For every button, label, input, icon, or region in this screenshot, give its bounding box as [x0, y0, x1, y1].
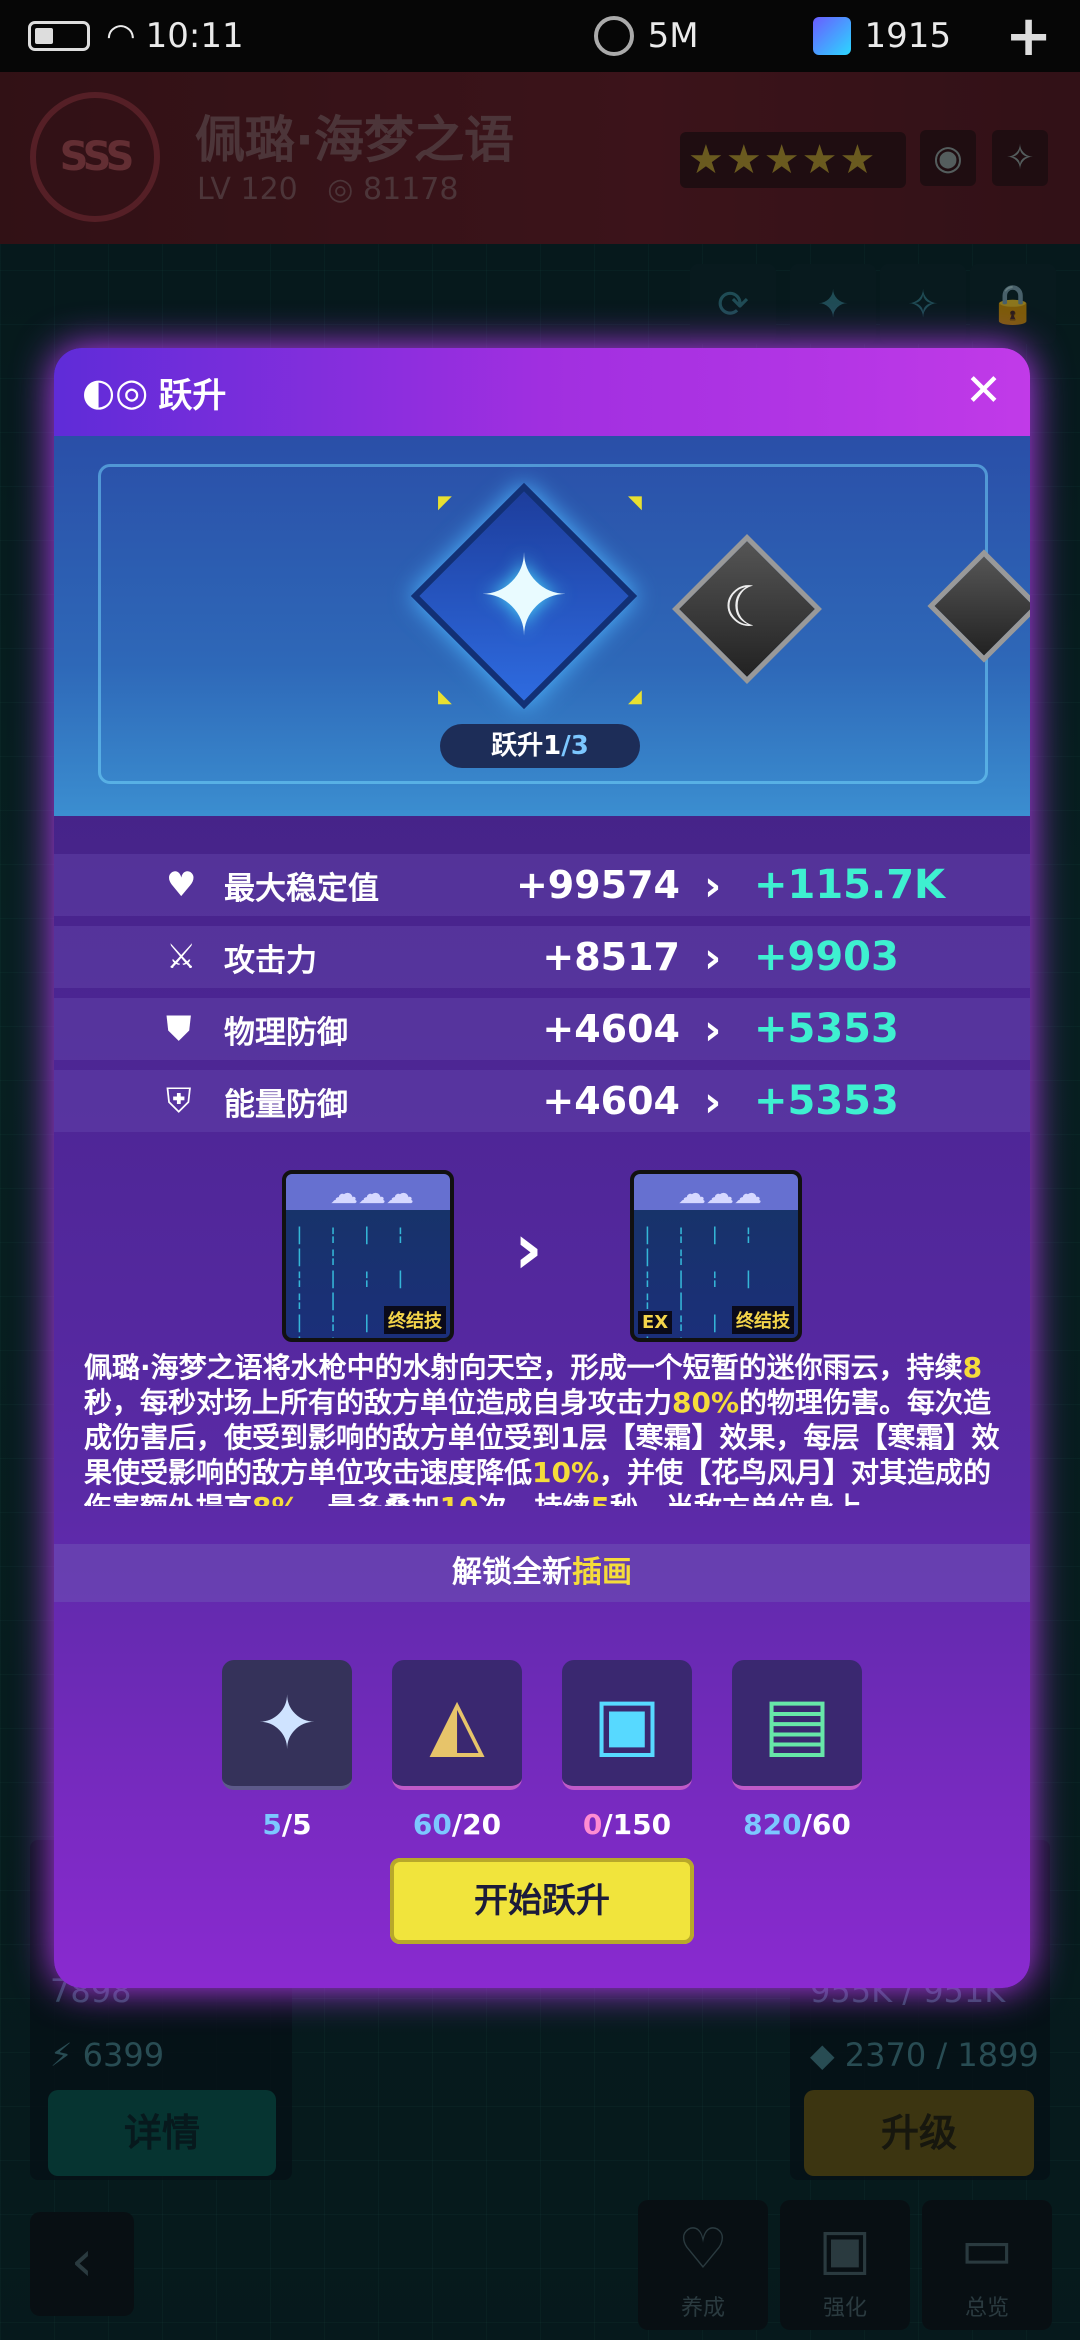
desc-highlight: 8%: [252, 1491, 300, 1506]
rain-cloud-icon: ☁☁☁: [678, 1177, 762, 1210]
sparkle-stars-icon: ✦: [256, 1681, 318, 1765]
material-have: 5: [262, 1808, 282, 1841]
rain-cloud-icon: ☁☁☁: [330, 1177, 414, 1210]
gem-icon: [812, 17, 851, 55]
heart-icon: ♥: [166, 865, 197, 905]
ultimate-tag: 终结技: [732, 1306, 794, 1334]
material-need: /5: [281, 1808, 312, 1841]
material-have: 60: [412, 1808, 452, 1841]
material-have: 820: [743, 1808, 802, 1841]
desc-text: 次，持续: [479, 1491, 591, 1506]
status-bar: ◠ 10:11 5M 1915 +: [0, 0, 1080, 72]
corner-marker: ◣: [438, 686, 452, 707]
chevron-right-icon: ›: [704, 932, 722, 982]
desc-text: 秒，每秒对场上所有的敌方单位造成自身攻击力: [84, 1386, 673, 1419]
material-have: 0: [582, 1808, 603, 1841]
whale-card-icon: ▣: [592, 1681, 662, 1765]
desc-text: ，最多叠加: [300, 1491, 440, 1506]
material-count: 5/5: [222, 1808, 352, 1841]
corner-marker: ◥: [628, 492, 642, 513]
material-slot[interactable]: ✦: [222, 1660, 352, 1790]
skill-icon-current[interactable]: ☁☁☁ | ¦ | ¦ | ¦¦ | ¦ | ¦ || ¦ | ¦ | ¦¦ |…: [282, 1170, 454, 1342]
wifi-icon: ◠: [106, 16, 136, 56]
corner-marker: ◢: [628, 686, 642, 707]
chevron-right-icon: ›: [514, 1208, 543, 1290]
coin-count: 5M: [647, 16, 699, 56]
stat-label: 攻击力: [224, 942, 317, 979]
modal-header: ◐◎ 跃升 ✕: [54, 348, 1030, 436]
stat-current: +4604: [542, 1007, 680, 1051]
skill-description: 佩璐·海梦之语将水枪中的水射向天空，形成一个短暂的迷你雨云，持续8 秒，每秒对场上…: [84, 1350, 1000, 1506]
desc-highlight: 8: [962, 1351, 983, 1384]
crescent-moon-icon: ☾: [722, 575, 774, 640]
rank-progress-max: /3: [561, 731, 589, 761]
gem-count: 1915: [864, 16, 952, 56]
rank-progress-current: 跃升1: [491, 731, 562, 761]
data-chip-icon: ▤: [762, 1681, 832, 1765]
desc-highlight: 5: [591, 1491, 610, 1506]
stat-next: +115.7K: [754, 862, 946, 908]
close-button[interactable]: ✕: [965, 366, 1002, 416]
stat-row: ♥ 最大稳定值 +99574 › +115.7K: [54, 854, 1030, 916]
rank-progress: 跃升1/3: [440, 724, 640, 768]
desc-highlight: 80%: [672, 1386, 740, 1419]
material-need: /150: [602, 1808, 672, 1841]
shield-icon: ⛊: [166, 1009, 192, 1049]
ultimate-tag: 终结技: [384, 1306, 446, 1334]
stat-current: +99574: [515, 863, 680, 907]
chevron-right-icon: ›: [704, 860, 722, 910]
chevron-right-icon: ›: [704, 1076, 722, 1126]
clock: 10:11: [145, 16, 244, 56]
desc-highlight: 10: [440, 1491, 479, 1506]
desc-highlight: 10%: [532, 1456, 600, 1489]
stat-row: ⛊ 物理防御 +4604 › +5353: [54, 998, 1030, 1060]
skill-icon-next[interactable]: ☁☁☁ | ¦ | ¦ | ¦¦ | ¦ | ¦ || ¦ | ¦ | ¦¦ |…: [630, 1170, 802, 1342]
stat-comparison-list: ♥ 最大稳定值 +99574 › +115.7K ⚔ 攻击力 +8517 › +…: [54, 854, 1030, 1142]
stat-label: 最大稳定值: [224, 870, 379, 907]
battery-icon: [28, 21, 90, 51]
material-slot[interactable]: ▤: [732, 1660, 862, 1790]
chevron-right-icon: ›: [704, 1004, 722, 1054]
material-slot[interactable]: ◭: [392, 1660, 522, 1790]
desc-text: 佩璐·海梦之语将水枪中的水射向天空，形成一个短暂的迷你雨云，持续: [84, 1351, 963, 1384]
material-need: /60: [801, 1808, 851, 1841]
unlock-text: 解锁全新: [452, 1555, 572, 1590]
material-slot[interactable]: ▣: [562, 1660, 692, 1790]
coin-icon: [593, 16, 634, 56]
material-need: /20: [451, 1808, 502, 1841]
unlock-reward: 解锁全新插画: [54, 1544, 1030, 1602]
corner-marker: ◤: [438, 492, 452, 513]
sword-icon: ⚔: [166, 937, 197, 977]
stat-next: +5353: [754, 1006, 899, 1052]
material-count: 820/60: [732, 1808, 862, 1841]
material-count: 0/150: [562, 1808, 692, 1841]
start-ascend-button[interactable]: 开始跃升: [390, 1858, 694, 1944]
stat-label: 物理防御: [224, 1014, 348, 1051]
stat-current: +4604: [542, 1079, 680, 1123]
energy-shield-icon: ⛨: [166, 1081, 192, 1121]
ascend-modal: ◐◎ 跃升 ✕ ◤ ◥ ◣ ◢ ✦ ☾ 跃升1/3 ♥ 最大稳定值 +99574: [54, 348, 1030, 1988]
game-screen: ◠ 10:11 5M 1915 + SSS 佩璐·海梦之语 LV 120 ◎ 8…: [0, 0, 1080, 2340]
stat-next: +5353: [754, 1078, 899, 1124]
material-count: 60/20: [392, 1808, 522, 1841]
ascend-icon: ◐◎: [82, 370, 149, 414]
modal-title: 跃升: [158, 375, 227, 416]
stat-row: ⚔ 攻击力 +8517 › +9903: [54, 926, 1030, 988]
unlock-highlight: 插画: [572, 1555, 632, 1590]
ex-tag: EX: [638, 1311, 673, 1334]
stat-label: 能量防御: [224, 1086, 348, 1123]
stat-current: +8517: [542, 935, 680, 979]
add-currency-button[interactable]: +: [1005, 4, 1052, 69]
desc-text: 秒。当敌方单位身上: [610, 1491, 862, 1506]
prism-crystal-icon: ◭: [429, 1681, 485, 1765]
stat-row: ⛨ 能量防御 +4604 › +5353: [54, 1070, 1030, 1132]
stat-next: +9903: [754, 934, 899, 980]
compass-star-icon: ✦: [477, 532, 571, 660]
rank-preview: ◤ ◥ ◣ ◢ ✦ ☾ 跃升1/3: [54, 436, 1030, 816]
